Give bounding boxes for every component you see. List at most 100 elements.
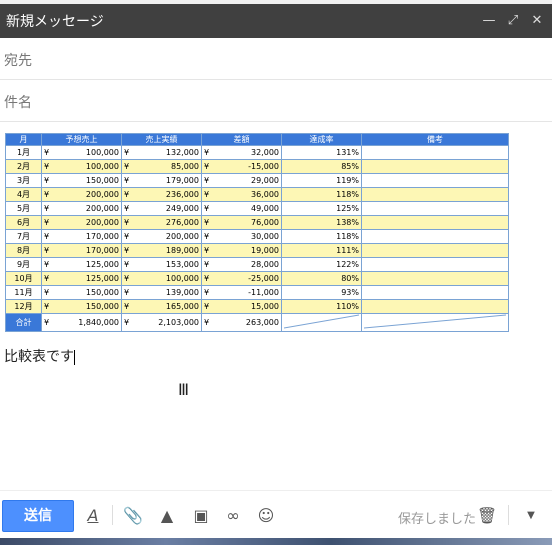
diff-cell: ¥30,000 [201,229,282,244]
actual-value: 153,000 [165,260,199,269]
diff-value: 28,000 [251,260,279,269]
currency-symbol: ¥ [44,176,50,185]
actual-value: 236,000 [165,190,199,199]
actual-value: 100,000 [165,274,199,283]
send-button[interactable]: 送信 [2,500,74,532]
diff-cell: ¥19,000 [201,243,282,258]
subject-label: 件名 [4,95,32,111]
formatting-icon[interactable]: A [82,505,104,527]
diff-cell: ¥ -11,000 [201,285,282,300]
month-cell: 6月 [5,215,42,230]
currency-symbol: ¥ [44,148,50,157]
currency-symbol: ¥ [124,246,130,255]
month-label: 10月 [14,274,33,283]
note-cell [361,285,509,300]
rate-cell: 118% [281,187,362,202]
forecast-cell: ¥200,000 [41,215,122,230]
rate-value: 131% [336,148,359,157]
table-row: 9月 ¥125,000 ¥153,000 ¥28,000 122% [5,257,509,272]
note-cell [361,145,509,160]
table-row: 11月 ¥150,000 ¥139,000 ¥ -11,000 93% [5,285,509,300]
forecast-value: 100,000 [85,148,119,157]
message-body[interactable]: 比較表です [4,346,75,366]
note-cell [361,271,509,286]
text-caret [74,349,75,365]
month-label: 4月 [16,190,31,199]
forecast-value: 170,000 [85,232,119,241]
forecast-value: 125,000 [85,274,119,283]
forecast-cell: ¥100,000 [41,145,122,160]
table-row: 12月 ¥150,000 ¥165,000 ¥15,000 110% [5,299,509,314]
note-cell [361,243,509,258]
emoji-icon[interactable]: ☺ [255,505,277,527]
currency-symbol: ¥ [44,274,50,283]
forecast-value: 150,000 [85,302,119,311]
diff-cell: ¥29,000 [201,173,282,188]
table-row: 7月 ¥170,000 ¥200,000 ¥30,000 118% [5,229,509,244]
header-forecast: 予想売上 [41,133,122,146]
compose-titlebar[interactable]: 新規メッセージ — ⤢ ✕ [0,4,552,38]
ibeam-cursor-icon: Ⅲ [178,380,190,399]
currency-symbol: ¥ [204,246,210,255]
link-icon[interactable]: ∞ [222,505,244,527]
currency-symbol: ¥ [44,204,50,213]
forecast-cell: ¥200,000 [41,187,122,202]
diff-cell: ¥28,000 [201,257,282,272]
actual-cell: ¥236,000 [121,187,202,202]
table-row: 5月 ¥200,000 ¥249,000 ¥49,000 125% [5,201,509,216]
forecast-cell: ¥150,000 [41,299,122,314]
total-diff-value: 263,000 [245,318,279,327]
currency-symbol: ¥ [44,162,50,171]
to-field[interactable]: 宛先 [0,39,552,80]
total-label: 合計 [5,313,42,332]
total-rate-blank [281,313,362,332]
drive-icon[interactable]: ▲ [156,505,178,527]
forecast-value: 200,000 [85,204,119,213]
subject-field[interactable]: 件名 [0,81,552,122]
currency-symbol: ¥ [124,318,130,327]
forecast-value: 200,000 [85,190,119,199]
actual-cell: ¥189,000 [121,243,202,258]
forecast-cell: ¥125,000 [41,257,122,272]
forecast-cell: ¥100,000 [41,159,122,174]
diff-cell: ¥15,000 [201,299,282,314]
more-options-icon[interactable]: ▼ [520,505,542,527]
header-rate: 達成率 [281,133,362,146]
diff-cell: ¥36,000 [201,187,282,202]
actual-cell: ¥139,000 [121,285,202,300]
actual-value: 200,000 [165,232,199,241]
table-row: 3月 ¥150,000 ¥179,000 ¥29,000 119% [5,173,509,188]
actual-cell: ¥249,000 [121,201,202,216]
currency-symbol: ¥ [44,302,50,311]
photo-icon[interactable]: ▣ [190,505,212,527]
trash-icon[interactable]: 🗑 [476,505,498,527]
rate-value: 118% [336,232,359,241]
forecast-value: 100,000 [85,162,119,171]
forecast-value: 150,000 [85,176,119,185]
actual-cell: ¥85,000 [121,159,202,174]
diff-value: 29,000 [251,176,279,185]
actual-cell: ¥276,000 [121,215,202,230]
month-cell: 8月 [5,243,42,258]
currency-symbol: ¥ [124,190,130,199]
rate-cell: 85% [281,159,362,174]
minimize-icon[interactable]: — [480,12,498,30]
forecast-value: 125,000 [85,260,119,269]
actual-value: 165,000 [165,302,199,311]
close-icon[interactable]: ✕ [528,12,546,30]
actual-value: 85,000 [171,162,199,171]
attach-icon[interactable]: 📎 [122,505,144,527]
currency-symbol: ¥ [204,218,210,227]
diff-cell: ¥49,000 [201,201,282,216]
total-forecast-value: 1,840,000 [78,318,119,327]
actual-cell: ¥179,000 [121,173,202,188]
expand-icon[interactable]: ⤢ [504,12,522,30]
currency-symbol: ¥ [44,232,50,241]
diff-cell: ¥ -25,000 [201,271,282,286]
note-cell [361,299,509,314]
actual-cell: ¥132,000 [121,145,202,160]
currency-symbol: ¥ [44,190,50,199]
forecast-value: 170,000 [85,246,119,255]
rate-value: 125% [336,204,359,213]
currency-symbol: ¥ [44,260,50,269]
